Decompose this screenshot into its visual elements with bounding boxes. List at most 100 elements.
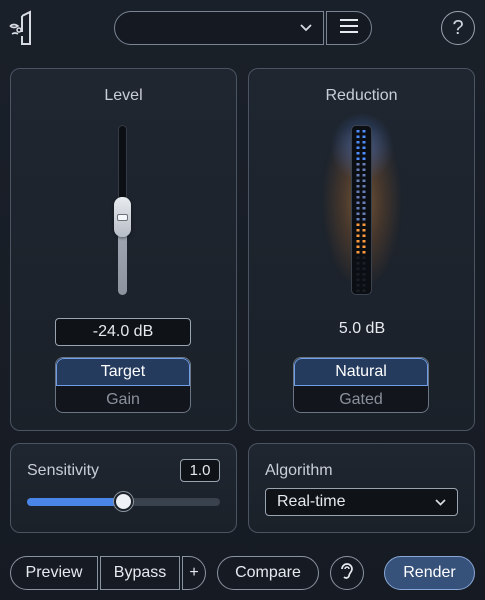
meter-led bbox=[362, 240, 366, 243]
meter-led bbox=[362, 289, 366, 292]
meter-led bbox=[362, 273, 366, 276]
meter-led bbox=[356, 174, 360, 177]
meter-led bbox=[356, 240, 360, 243]
sensitivity-value-field[interactable]: 1.0 bbox=[180, 459, 220, 482]
level-title: Level bbox=[104, 87, 143, 104]
reduction-mode-gated[interactable]: Gated bbox=[294, 386, 428, 412]
meter-led bbox=[362, 196, 366, 199]
meter-led bbox=[362, 207, 366, 210]
meter-led bbox=[362, 130, 366, 133]
meter-led bbox=[362, 163, 366, 166]
meter-led bbox=[362, 185, 366, 188]
bypass-label: Bypass bbox=[113, 564, 167, 581]
meter-led bbox=[356, 130, 360, 133]
meter-led bbox=[356, 196, 360, 199]
sensitivity-slider-fill bbox=[27, 498, 124, 506]
meter-led bbox=[356, 262, 360, 265]
meter-led bbox=[356, 245, 360, 248]
meter-led bbox=[356, 168, 360, 171]
listen-button[interactable] bbox=[330, 556, 364, 590]
add-button[interactable]: + bbox=[182, 556, 206, 590]
reduction-meter-leds bbox=[356, 129, 367, 294]
level-mode-toggle: Target Gain bbox=[55, 357, 191, 413]
meter-led bbox=[356, 141, 360, 144]
meter-led bbox=[362, 212, 366, 215]
hamburger-menu-icon bbox=[340, 18, 358, 38]
level-value: -24.0 dB bbox=[92, 323, 154, 340]
menu-button[interactable] bbox=[326, 11, 372, 45]
sensitivity-panel bbox=[10, 443, 237, 533]
preview-label: Preview bbox=[25, 564, 83, 581]
reduction-mode-natural[interactable]: Natural bbox=[294, 358, 428, 386]
preset-dropdown[interactable] bbox=[114, 11, 324, 45]
meter-led bbox=[356, 251, 360, 254]
reduction-title: Reduction bbox=[325, 87, 398, 104]
meter-led bbox=[356, 234, 360, 237]
meter-led bbox=[362, 157, 366, 160]
ear-icon bbox=[339, 561, 355, 586]
meter-led bbox=[356, 223, 360, 226]
sensitivity-value: 1.0 bbox=[189, 462, 211, 479]
compare-label: Compare bbox=[235, 564, 301, 581]
add-label: + bbox=[189, 564, 199, 581]
meter-led bbox=[356, 201, 360, 204]
meter-led bbox=[362, 251, 366, 254]
meter-led bbox=[356, 163, 360, 166]
meter-led bbox=[362, 223, 366, 226]
meter-led bbox=[356, 284, 360, 287]
meter-led bbox=[356, 152, 360, 155]
meter-led bbox=[356, 278, 360, 281]
level-value-field[interactable]: -24.0 dB bbox=[55, 318, 191, 346]
algorithm-dropdown[interactable]: Real-time bbox=[265, 488, 458, 516]
meter-led bbox=[356, 185, 360, 188]
compare-button[interactable]: Compare bbox=[217, 556, 319, 590]
meter-led bbox=[356, 256, 360, 259]
render-button[interactable]: Render bbox=[384, 556, 475, 590]
headphones-logo-icon bbox=[8, 10, 42, 46]
level-slider-thumb[interactable] bbox=[114, 196, 131, 237]
meter-led bbox=[362, 234, 366, 237]
meter-led bbox=[362, 262, 366, 265]
meter-led bbox=[356, 135, 360, 138]
meter-led bbox=[356, 273, 360, 276]
meter-led bbox=[362, 168, 366, 171]
chevron-down-icon bbox=[299, 21, 313, 35]
meter-led bbox=[362, 256, 366, 259]
meter-led bbox=[362, 174, 366, 177]
level-mode-gain[interactable]: Gain bbox=[56, 386, 190, 412]
meter-led bbox=[362, 179, 366, 182]
algorithm-label: Algorithm bbox=[265, 462, 333, 479]
algorithm-selected: Real-time bbox=[277, 493, 346, 510]
preview-button[interactable]: Preview bbox=[10, 556, 98, 590]
sensitivity-slider-thumb[interactable] bbox=[114, 492, 133, 511]
render-label: Render bbox=[403, 564, 456, 581]
meter-led bbox=[362, 135, 366, 138]
meter-led bbox=[362, 245, 366, 248]
meter-led bbox=[356, 157, 360, 160]
meter-led bbox=[356, 207, 360, 210]
meter-led bbox=[362, 218, 366, 221]
help-button[interactable]: ? bbox=[441, 11, 475, 45]
meter-led bbox=[356, 190, 360, 193]
meter-led bbox=[356, 229, 360, 232]
meter-led bbox=[362, 201, 366, 204]
meter-led bbox=[362, 267, 366, 270]
reduction-mode-toggle: Natural Gated bbox=[293, 357, 429, 413]
meter-led bbox=[356, 289, 360, 292]
meter-led bbox=[362, 278, 366, 281]
meter-led bbox=[356, 212, 360, 215]
help-label: ? bbox=[452, 16, 464, 39]
meter-led bbox=[362, 146, 366, 149]
meter-led bbox=[356, 179, 360, 182]
meter-led bbox=[362, 229, 366, 232]
sensitivity-label: Sensitivity bbox=[27, 462, 100, 479]
meter-led bbox=[362, 141, 366, 144]
reduction-value: 5.0 dB bbox=[338, 320, 386, 337]
level-mode-target[interactable]: Target bbox=[56, 358, 190, 386]
meter-led bbox=[356, 218, 360, 221]
meter-led bbox=[362, 284, 366, 287]
bypass-button[interactable]: Bypass bbox=[100, 556, 180, 590]
meter-led bbox=[356, 146, 360, 149]
meter-led bbox=[362, 152, 366, 155]
meter-led bbox=[362, 190, 366, 193]
